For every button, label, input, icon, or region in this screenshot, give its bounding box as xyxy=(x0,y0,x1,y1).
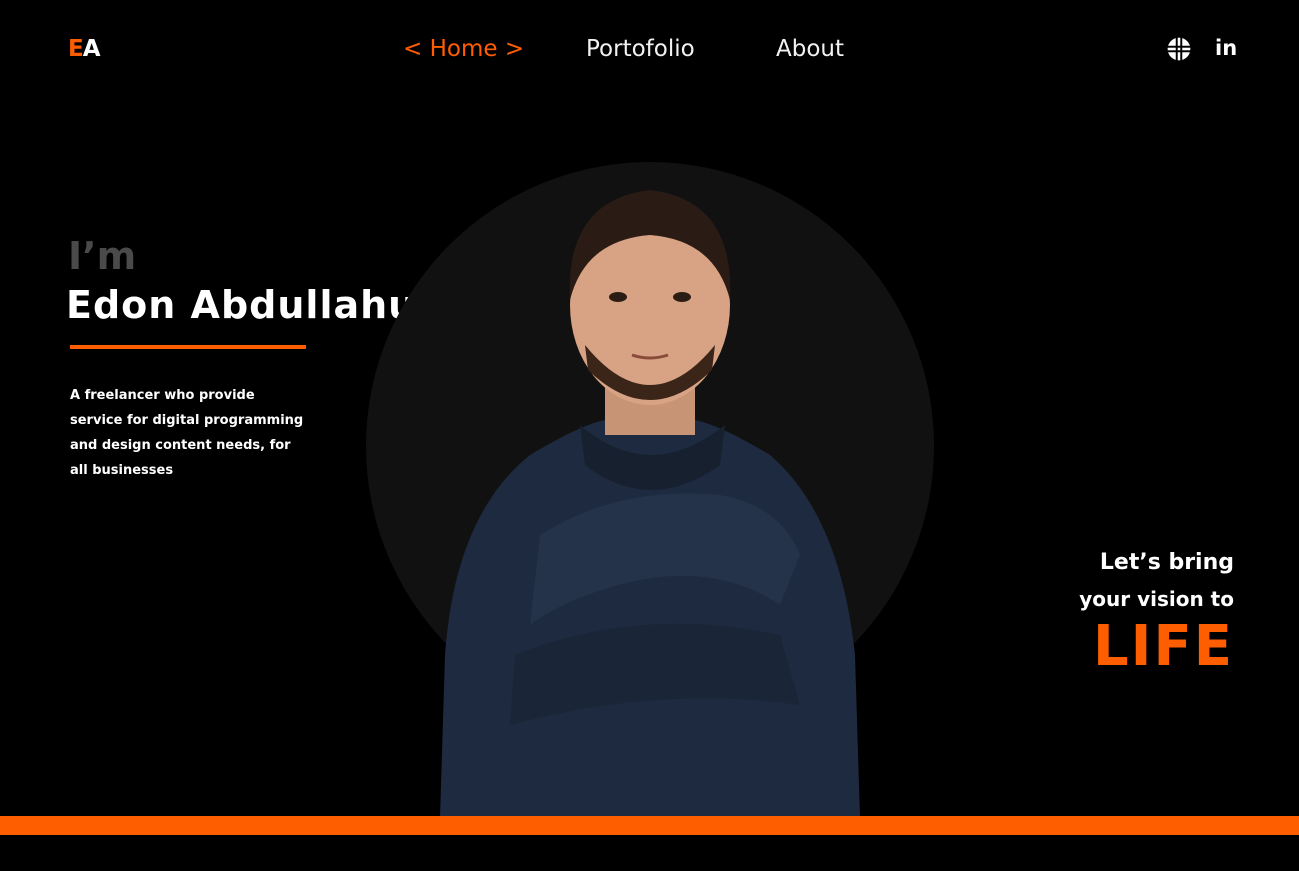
cta-life: LIFE xyxy=(1092,614,1234,679)
logo-letter-e: E xyxy=(68,36,84,62)
cta-line-1: Let’s bring xyxy=(1099,550,1234,575)
logo[interactable]: EA xyxy=(68,36,101,62)
name-underline xyxy=(70,345,306,349)
hero-bio: A freelancer who provide service for dig… xyxy=(70,388,304,478)
logo-letter-a: A xyxy=(82,36,101,62)
portrait-photo xyxy=(420,185,880,817)
greeting: I’m xyxy=(68,234,137,278)
nav-about[interactable]: About xyxy=(776,33,844,65)
cta-block: Let’s bring your vision to LIFE xyxy=(1079,545,1234,677)
cta-line-2: your vision to xyxy=(1079,587,1234,611)
hero-name: Edon Abdullahu xyxy=(66,283,417,327)
nav-portofolio[interactable]: Portofolio xyxy=(586,33,695,65)
nav-home[interactable]: < Home > xyxy=(403,33,524,65)
linkedin-icon[interactable]: in xyxy=(1215,34,1237,62)
globe-icon[interactable] xyxy=(1166,36,1192,62)
footer-accent-bar xyxy=(0,816,1299,835)
